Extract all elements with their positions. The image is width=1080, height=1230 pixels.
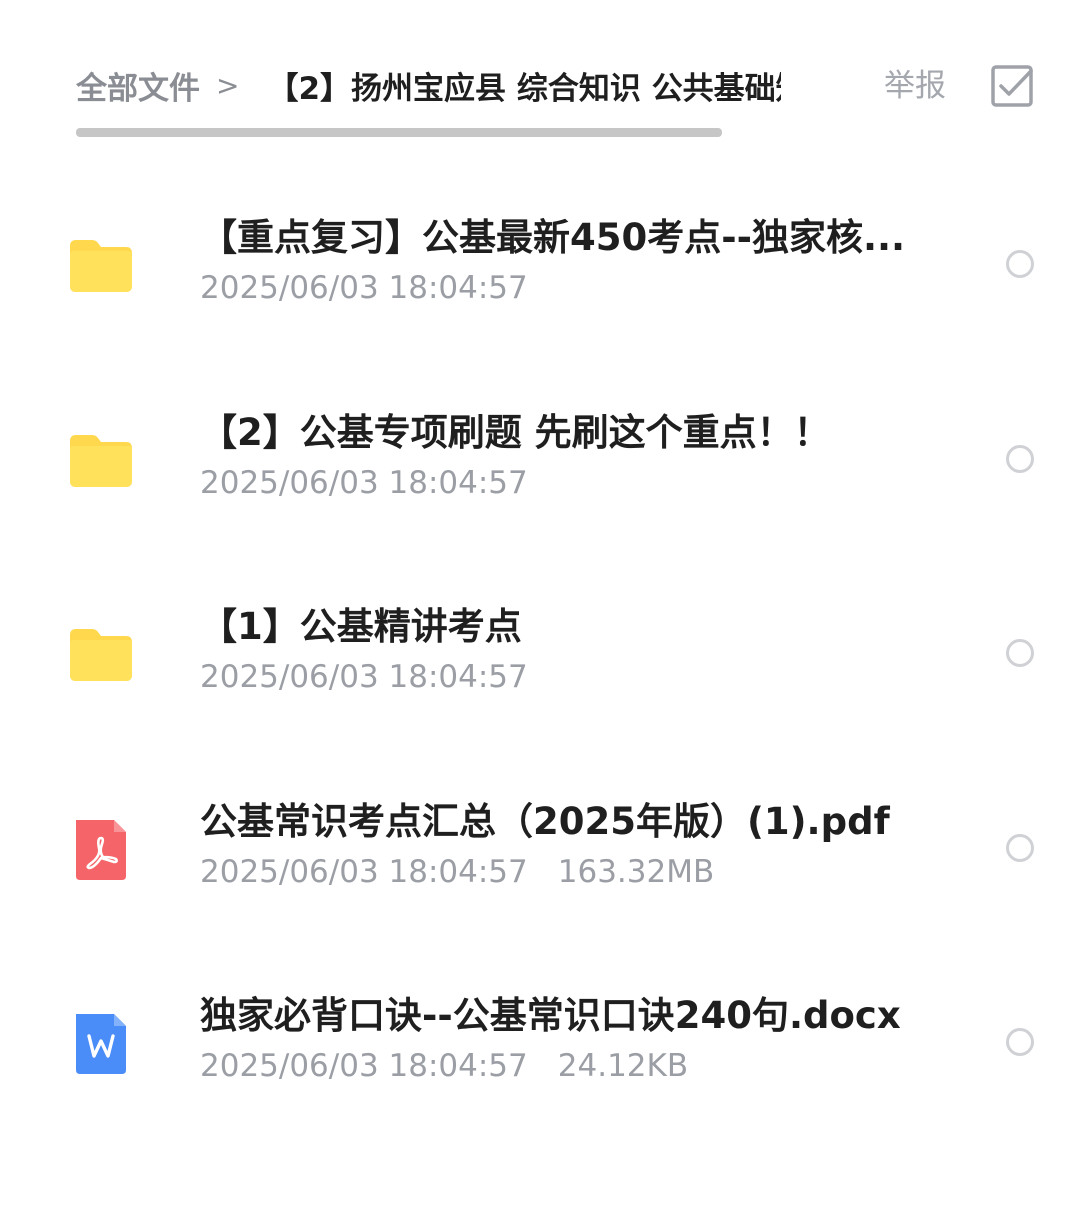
file-meta: 2025/06/03 18:04:57 (200, 268, 960, 308)
file-list: 【重点复习】公基最新450考点--独家核... 2025/06/03 18:04:… (0, 168, 1080, 1141)
file-name: 独家必背口诀--公基常识口诀240句.docx (200, 994, 901, 1037)
folder-icon (68, 236, 134, 296)
file-info: 【1】公基精讲考点 2025/06/03 18:04:57 (200, 601, 960, 697)
word-icon (68, 1014, 134, 1074)
file-row[interactable]: 【重点复习】公基最新450考点--独家核... 2025/06/03 18:04:… (0, 168, 1080, 363)
file-meta: 2025/06/03 18:04:57 163.32MB (200, 852, 960, 892)
file-info: 公基常识考点汇总（2025年版）(1).pdf 2025/06/03 18:04:… (200, 796, 960, 892)
select-radio[interactable] (1006, 833, 1034, 862)
breadcrumb: 全部文件 > 【2】扬州宝应县 综合知识 公共基础知识 (76, 60, 781, 110)
breadcrumb-root-link[interactable]: 全部文件 (76, 63, 200, 108)
file-name: 【2】公基专项刷题 先刷这个重点！！ (200, 410, 831, 454)
select-radio[interactable] (1006, 1028, 1034, 1056)
file-size: 163.32MB (557, 853, 715, 890)
file-row[interactable]: 公基常识考点汇总（2025年版）(1).pdf 2025/06/03 18:04:… (0, 752, 1080, 947)
file-modified-date: 2025/06/03 18:04:57 (200, 853, 528, 890)
file-row[interactable]: 【1】公基精讲考点 2025/06/03 18:04:57 (0, 557, 1080, 752)
folder-icon (68, 431, 134, 491)
file-modified-date: 2025/06/03 18:04:57 (200, 270, 528, 306)
file-size: 24.12KB (557, 1048, 689, 1084)
file-modified-date: 2025/06/03 18:04:57 (200, 464, 528, 501)
file-meta: 2025/06/03 18:04:57 (200, 463, 960, 503)
file-name: 公基常识考点汇总（2025年版）(1).pdf (200, 799, 890, 843)
file-info: 【重点复习】公基最新450考点--独家核... 2025/06/03 18:04:… (200, 212, 960, 308)
file-meta: 2025/06/03 18:04:57 24.12KB (200, 1046, 960, 1086)
breadcrumb-separator: > (216, 68, 240, 102)
folder-icon (68, 625, 134, 685)
file-meta: 2025/06/03 18:04:57 (200, 657, 960, 697)
file-row[interactable]: 【2】公基专项刷题 先刷这个重点！！ 2025/06/03 18:04:57 (0, 363, 1080, 558)
file-name: 【1】公基精讲考点 (200, 605, 522, 648)
file-modified-date: 2025/06/03 18:04:57 (200, 659, 528, 695)
file-modified-date: 2025/06/03 18:04:57 (200, 1048, 528, 1084)
file-name: 【重点复习】公基最新450考点--独家核... (200, 216, 906, 259)
select-radio[interactable] (1006, 250, 1034, 278)
file-info: 【2】公基专项刷题 先刷这个重点！！ 2025/06/03 18:04:57 (200, 407, 960, 503)
pdf-icon (68, 819, 134, 880)
file-row[interactable]: 独家必背口诀--公基常识口诀240句.docx 2025/06/03 18:04:… (0, 946, 1080, 1141)
select-radio[interactable] (1006, 639, 1034, 667)
report-button[interactable]: 举报 (884, 64, 946, 108)
select-radio[interactable] (1006, 444, 1034, 473)
checkbox-icon[interactable] (990, 64, 1034, 108)
header-bar: 全部文件 > 【2】扬州宝应县 综合知识 公共基础知识 举报 (0, 0, 1080, 150)
breadcrumb-current-folder: 【2】扬州宝应县 综合知识 公共基础知识 (267, 70, 781, 107)
breadcrumb-scrollbar[interactable] (76, 128, 722, 137)
file-info: 独家必背口诀--公基常识口诀240句.docx 2025/06/03 18:04:… (200, 990, 960, 1086)
